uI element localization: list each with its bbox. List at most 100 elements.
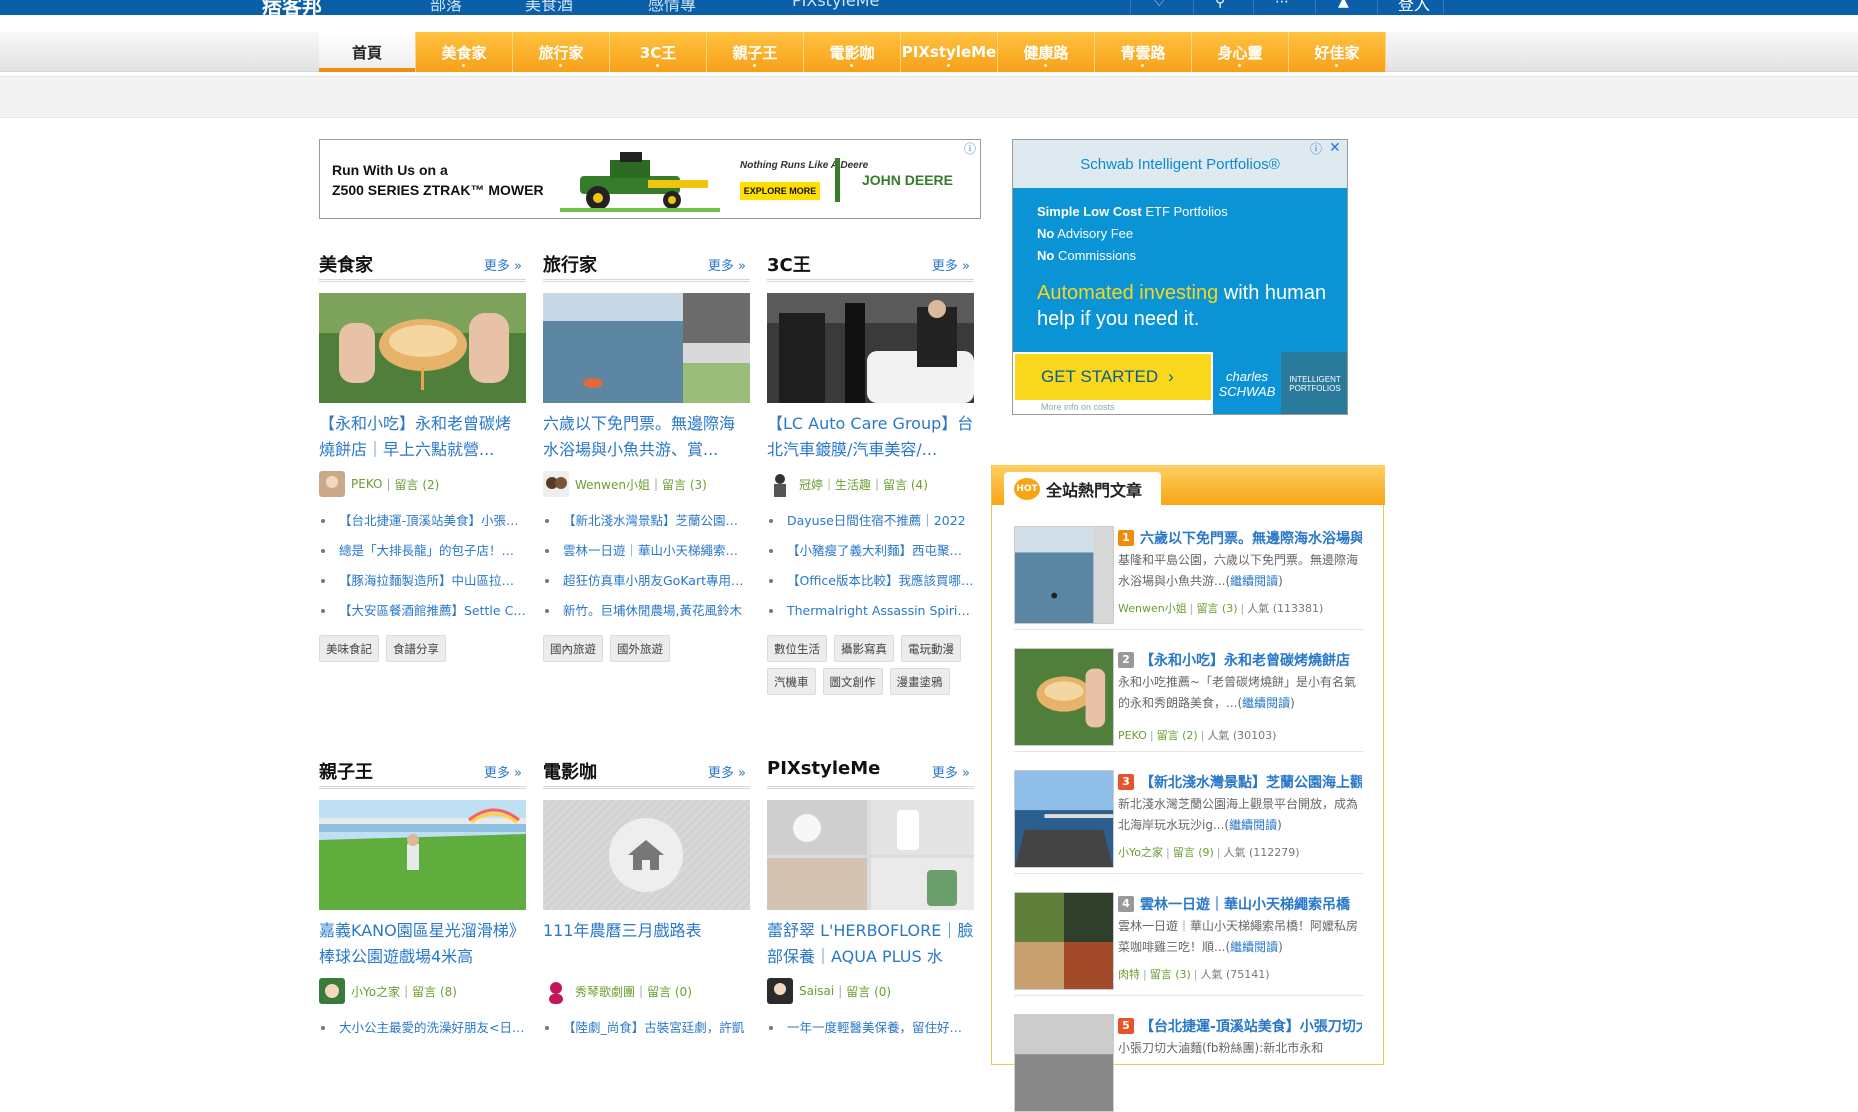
list-item[interactable]: Thermalright Assassin Spirit 120	[767, 596, 974, 626]
nav-tab-career[interactable]: 青雲路	[1095, 32, 1192, 72]
read-more-link[interactable]: 繼續閱讀	[1242, 696, 1290, 710]
tag[interactable]: 食譜分享	[386, 635, 446, 662]
ad-info-icon[interactable]: ⓘ	[964, 140, 976, 157]
tag[interactable]: 國內旅遊	[543, 635, 603, 662]
get-started-button[interactable]: GET STARTED ›	[1013, 352, 1213, 402]
section-title[interactable]: 旅行家	[543, 251, 597, 277]
list-item[interactable]: 總是「大排長龍」的包子店！在地人推薦	[319, 536, 526, 566]
comments-link[interactable]: 留言 (2)	[395, 476, 440, 493]
avatar[interactable]	[319, 471, 345, 497]
post-thumbnail[interactable]	[319, 293, 526, 403]
post-title[interactable]: 【永和小吃】永和老曾碳烤燒餅店｜早上六點就營...	[319, 411, 526, 463]
author-link[interactable]: 冠婷｜生活趣	[799, 476, 871, 493]
read-more-link[interactable]: 繼續閱讀	[1230, 940, 1278, 954]
hot-item-title[interactable]: 5【台北捷運-頂溪站美食】小張刀切大滷麵	[1118, 1016, 1362, 1036]
avatar[interactable]	[319, 978, 345, 1004]
hot-thumbnail[interactable]	[1014, 648, 1114, 746]
more-link[interactable]: 更多 »	[932, 255, 970, 274]
comments-link[interactable]: 留言 (8)	[412, 983, 457, 1000]
comments-link[interactable]: 留言 (0)	[846, 983, 891, 1000]
comments-link[interactable]: 留言 (4)	[883, 476, 928, 493]
hot-item-title[interactable]: 4 雲林一日遊｜華山小天梯繩索吊橋	[1118, 894, 1362, 914]
list-item[interactable]: 超狂仿真車小朋友GoKart專用車道	[543, 566, 750, 596]
hot-thumbnail[interactable]	[1014, 1014, 1114, 1112]
nav-tab-home[interactable]: 首頁	[319, 32, 416, 72]
tag[interactable]: 美味食記	[319, 635, 379, 662]
top-nav-item[interactable]: PIXstyleMe	[792, 0, 879, 10]
avatar[interactable]	[767, 471, 793, 497]
notification-bell-icon[interactable]: ▲	[1338, 0, 1349, 10]
section-title[interactable]: PIXstyleMe	[767, 758, 880, 779]
more-link[interactable]: 更多 »	[708, 255, 746, 274]
section-title[interactable]: 電影咖	[543, 758, 597, 784]
section-title[interactable]: 3C王	[767, 251, 811, 277]
hot-articles-tab[interactable]: HOT 全站熱門文章	[1004, 472, 1161, 505]
tag[interactable]: 圖文創作	[822, 668, 883, 695]
hot-thumbnail[interactable]	[1014, 526, 1114, 624]
list-item[interactable]: 【Office版本比較】我應該買哪一個	[767, 566, 974, 596]
post-thumbnail[interactable]	[767, 293, 974, 403]
nav-tab-parenting[interactable]: 親子王	[707, 32, 804, 72]
more-info-link[interactable]: More info on costs	[1041, 402, 1115, 412]
tag[interactable]: 電玩動漫	[901, 635, 961, 662]
avatar[interactable]	[543, 978, 569, 1004]
nav-tab-movie[interactable]: 電影咖	[804, 32, 901, 72]
post-thumbnail[interactable]	[319, 800, 526, 910]
hot-item-title[interactable]: 2 【永和小吃】永和老曾碳烤燒餅店	[1118, 650, 1362, 670]
hot-item-title[interactable]: 1六歲以下免門票。無邊際海水浴場與小魚共游	[1118, 528, 1362, 548]
comments-link[interactable]: 留言 (3)	[1150, 968, 1191, 981]
comments-link[interactable]: 留言 (9)	[1173, 846, 1214, 859]
read-more-link[interactable]: 繼續閱讀	[1230, 574, 1278, 588]
nav-tab-travel[interactable]: 旅行家	[513, 32, 610, 72]
post-thumbnail[interactable]	[543, 293, 750, 403]
hot-item-title[interactable]: 3【新北淺水灣景點】芝蘭公園海上觀景平台	[1118, 772, 1362, 792]
login-link[interactable]: 登入	[1398, 0, 1430, 15]
list-item[interactable]: 【小豬瘦了義大利麵】西屯聚餐推薦	[767, 536, 974, 566]
tag[interactable]: 國外旅遊	[610, 635, 670, 662]
list-item[interactable]: 新竹。巨埔休閒農場,黃花風鈴木	[543, 596, 750, 626]
author-link[interactable]: PEKO	[1118, 729, 1147, 742]
post-thumbnail[interactable]	[767, 800, 974, 910]
list-item[interactable]: 【台北捷運-頂溪站美食】小張刀切大滷麵	[319, 506, 526, 536]
author-link[interactable]: 小Yo之家	[351, 983, 400, 1000]
avatar[interactable]	[543, 471, 569, 497]
top-nav-item[interactable]: 美食酒	[525, 0, 573, 15]
more-icon[interactable]: ⋯	[1275, 0, 1289, 10]
tag[interactable]: 汽機車	[767, 668, 816, 695]
nav-tab-mind[interactable]: 身心靈	[1192, 32, 1289, 72]
list-item[interactable]: 【新北淺水灣景點】芝蘭公園海上觀景平台	[543, 506, 750, 536]
more-link[interactable]: 更多 »	[932, 762, 970, 781]
tag[interactable]: 漫畫塗鴉	[889, 668, 950, 695]
site-logo[interactable]: 痞客邦	[262, 0, 322, 19]
list-item[interactable]: 【大安區餐酒館推薦】Settle Cafe	[319, 596, 526, 626]
more-link[interactable]: 更多 »	[484, 255, 522, 274]
author-link[interactable]: Wenwen小姐	[575, 476, 650, 493]
avatar[interactable]	[767, 978, 793, 1004]
comments-link[interactable]: 留言 (2)	[1157, 729, 1198, 742]
nav-tab-3c[interactable]: 3C王	[610, 32, 707, 72]
hot-thumbnail[interactable]	[1014, 892, 1114, 990]
author-link[interactable]: Saisai	[799, 984, 834, 998]
nav-tab-health[interactable]: 健康路	[998, 32, 1095, 72]
author-link[interactable]: 肉特	[1118, 968, 1140, 981]
author-link[interactable]: 小Yo之家	[1118, 846, 1163, 859]
explore-more-button[interactable]: EXPLORE MORE	[740, 182, 820, 200]
section-title[interactable]: 親子王	[319, 758, 373, 784]
comments-link[interactable]: 留言 (0)	[647, 983, 692, 1000]
ad-close-icon[interactable]: ✕	[1329, 140, 1341, 156]
post-title[interactable]: 111年農曆三月戲路表	[543, 918, 750, 970]
bookmark-icon[interactable]: ♡	[1153, 0, 1166, 10]
hot-thumbnail[interactable]	[1014, 770, 1114, 868]
list-item[interactable]: 【陸劇_尚食】古裝宮廷劇，許凱	[543, 1013, 750, 1043]
post-title[interactable]: 六歲以下免門票。無邊際海水浴場與小魚共游、賞...	[543, 411, 750, 463]
banner-ad[interactable]: Run With Us on a Z500 SERIES ZTRAK™ MOWE…	[319, 139, 981, 219]
post-thumbnail-placeholder[interactable]	[543, 800, 750, 910]
author-link[interactable]: Wenwen小姐	[1118, 602, 1187, 615]
search-icon[interactable]: ⚲	[1215, 0, 1225, 10]
tag[interactable]: 數位生活	[767, 635, 827, 662]
section-title[interactable]: 美食家	[319, 251, 373, 277]
post-title[interactable]: 蕾舒翠 L'HERBOFLORE｜臉部保養｜AQUA PLUS 水	[767, 918, 974, 970]
list-item[interactable]: 一年一度輕醫美保養，留住好膚質	[767, 1013, 974, 1043]
more-link[interactable]: 更多 »	[708, 762, 746, 781]
post-title[interactable]: 【LC Auto Care Group】台北汽車鍍膜/汽車美容/...	[767, 411, 974, 463]
